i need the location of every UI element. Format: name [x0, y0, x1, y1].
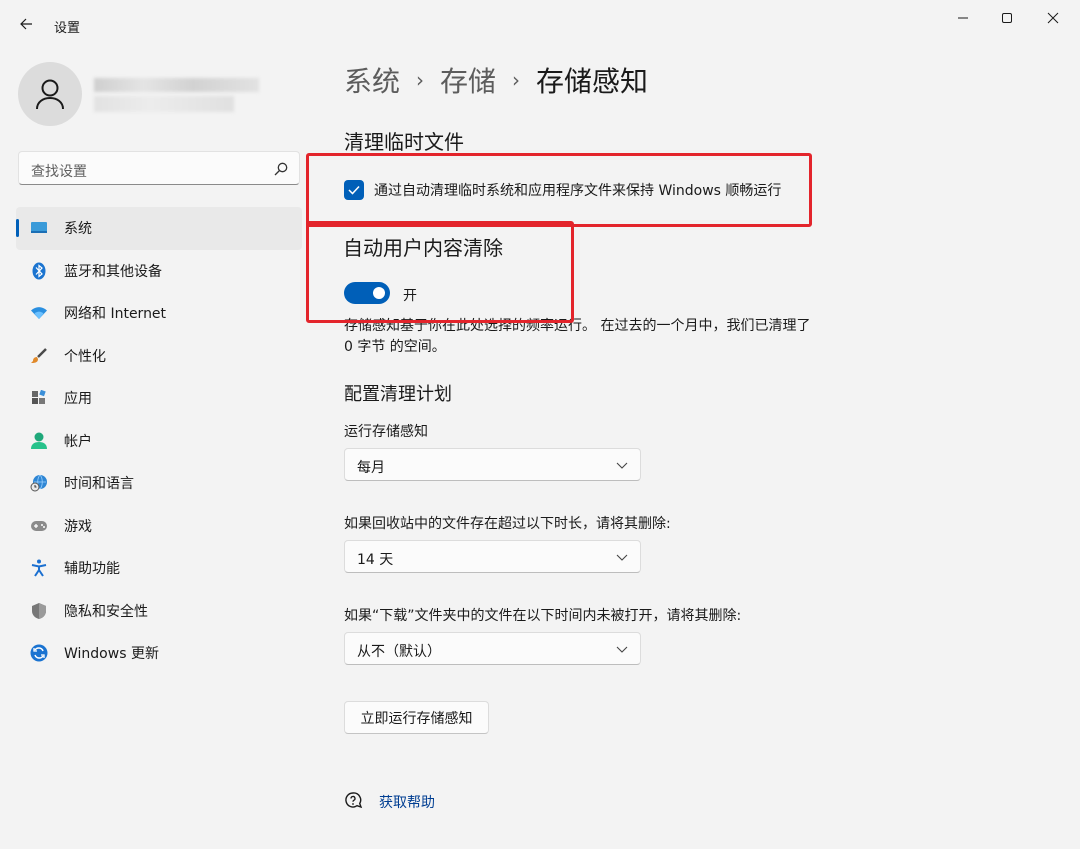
search-input[interactable]: 查找设置: [31, 161, 87, 181]
section-heading-temp-files: 清理临时文件: [344, 130, 464, 154]
active-indicator: [16, 219, 19, 237]
sidebar-item-accounts[interactable]: 帐户: [16, 420, 302, 463]
maximize-icon: [1002, 13, 1012, 23]
chevron-down-icon: [616, 646, 628, 653]
chevron-down-icon: [616, 554, 628, 561]
gamepad-icon: [30, 517, 48, 535]
run-storage-sense-button[interactable]: 立即运行存储感知: [344, 701, 489, 734]
recycle-bin-select[interactable]: 14 天: [344, 540, 641, 573]
breadcrumb-separator: ›: [416, 68, 425, 92]
sidebar-item-apps[interactable]: 应用: [16, 377, 302, 420]
apps-icon: [30, 389, 48, 407]
sidebar-item-windows-update[interactable]: Windows 更新: [16, 632, 302, 675]
blurred-user-email: [94, 96, 234, 112]
close-button[interactable]: [1030, 4, 1076, 32]
sidebar-item-label: Windows 更新: [64, 646, 159, 663]
chevron-down-icon: [616, 462, 628, 469]
run-frequency-label: 运行存储感知: [344, 424, 428, 440]
sidebar-item-label: 网络和 Internet: [64, 306, 167, 323]
monitor-icon: [30, 219, 48, 237]
section-heading-schedule: 配置清理计划: [344, 384, 452, 405]
minimize-icon: [958, 17, 968, 19]
breadcrumb-storage[interactable]: 存储: [440, 60, 496, 100]
accessibility-icon: [30, 559, 48, 577]
sidebar-item-network[interactable]: 网络和 Internet: [16, 292, 302, 335]
auto-cleanup-description: 存储感知基于你在此处选择的频率运行。 在过去的一个月中，我们已清理了 0 字节 …: [344, 318, 811, 355]
breadcrumb-system[interactable]: 系统: [344, 60, 400, 100]
title-bar: 设置: [0, 0, 1080, 50]
auto-cleanup-toggle[interactable]: [344, 282, 390, 304]
toggle-state-label: 开: [403, 288, 417, 304]
recycle-bin-label: 如果回收站中的文件存在超过以下时长，请将其删除:: [344, 516, 671, 532]
select-value: 每月: [357, 460, 385, 476]
temp-files-checkbox-label[interactable]: 通过自动清理临时系统和应用程序文件来保持 Windows 顺畅运行: [374, 180, 781, 200]
run-frequency-select[interactable]: 每月: [344, 448, 641, 481]
back-button[interactable]: [14, 12, 38, 36]
brush-icon: [30, 347, 48, 365]
section-heading-auto-cleanup: 自动用户内容清除: [343, 236, 503, 260]
minimize-button[interactable]: [940, 4, 986, 32]
app-title: 设置: [54, 21, 81, 36]
sidebar-nav: 系统 蓝牙和其他设备 网络和 Internet 个性化 应用 帐户 时间和语言 …: [16, 207, 302, 675]
select-value: 从不（默认）: [357, 644, 441, 660]
breadcrumb-separator: ›: [512, 68, 521, 92]
back-arrow-icon: [20, 18, 32, 30]
sidebar-item-privacy[interactable]: 隐私和安全性: [16, 590, 302, 633]
wifi-icon: [30, 304, 48, 322]
sidebar-item-label: 应用: [64, 391, 92, 408]
sidebar-item-time-language[interactable]: 时间和语言: [16, 462, 302, 505]
blurred-user-name: [94, 78, 259, 92]
sidebar-item-label: 蓝牙和其他设备: [64, 263, 162, 280]
downloads-label: 如果“下载”文件夹中的文件在以下时间内未被打开，请将其删除:: [344, 608, 742, 624]
sidebar-item-label: 个性化: [64, 348, 106, 365]
sidebar-item-system[interactable]: 系统: [16, 207, 302, 250]
page-title: 存储感知: [536, 65, 649, 98]
sidebar-item-label: 时间和语言: [64, 476, 134, 493]
maximize-button[interactable]: [984, 4, 1030, 32]
sidebar-item-accessibility[interactable]: 辅助功能: [16, 547, 302, 590]
temp-files-checkbox[interactable]: [344, 180, 364, 200]
sidebar-item-label: 辅助功能: [64, 561, 120, 578]
avatar: [18, 62, 82, 126]
toggle-knob: [373, 287, 385, 299]
select-value: 14 天: [357, 552, 394, 568]
sidebar-item-label: 游戏: [64, 518, 92, 535]
checkmark-icon: [348, 185, 360, 195]
search-box[interactable]: 查找设置: [18, 151, 300, 185]
bluetooth-icon: [30, 262, 48, 280]
search-icon[interactable]: [273, 161, 289, 177]
update-icon: [30, 644, 48, 662]
sidebar-item-label: 系统: [64, 221, 92, 238]
sidebar-item-bluetooth[interactable]: 蓝牙和其他设备: [16, 250, 302, 293]
shield-icon: [30, 602, 48, 620]
sidebar-item-gaming[interactable]: 游戏: [16, 505, 302, 548]
sidebar-item-label: 帐户: [64, 433, 92, 450]
sidebar-item-personalization[interactable]: 个性化: [16, 335, 302, 378]
help-chat-icon: [345, 792, 363, 809]
globe-clock-icon: [30, 474, 48, 492]
breadcrumb: 系统 › 存储 › 存储感知: [344, 58, 648, 102]
downloads-select[interactable]: 从不（默认）: [344, 632, 641, 665]
sidebar-item-label: 隐私和安全性: [64, 603, 148, 620]
person-icon: [36, 79, 64, 110]
person-icon: [30, 432, 48, 450]
close-icon: [1047, 12, 1059, 24]
get-help-link[interactable]: 获取帮助: [379, 792, 435, 812]
